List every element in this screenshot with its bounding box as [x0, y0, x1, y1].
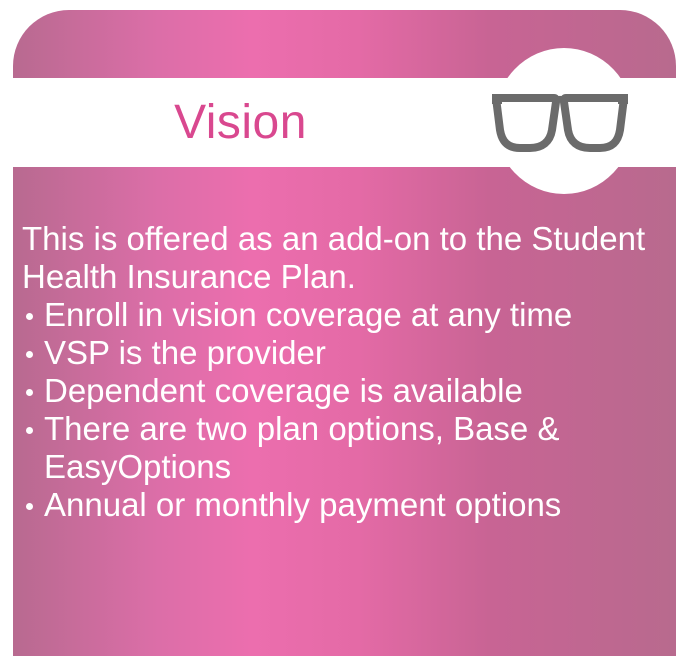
- list-item: Dependent coverage is available: [22, 372, 662, 410]
- list-item: Enroll in vision coverage at any time: [22, 296, 662, 334]
- list-item: Annual or monthly payment options: [22, 486, 662, 524]
- eyeglasses-icon: [492, 94, 628, 152]
- card-title: Vision: [174, 96, 307, 149]
- feature-list: Enroll in vision coverage at any time VS…: [22, 296, 662, 524]
- card-body: This is offered as an add-on to the Stud…: [22, 220, 662, 524]
- list-item: There are two plan options, Base & EasyO…: [22, 410, 662, 486]
- intro-text: This is offered as an add-on to the Stud…: [22, 220, 646, 295]
- list-item: VSP is the provider: [22, 334, 662, 372]
